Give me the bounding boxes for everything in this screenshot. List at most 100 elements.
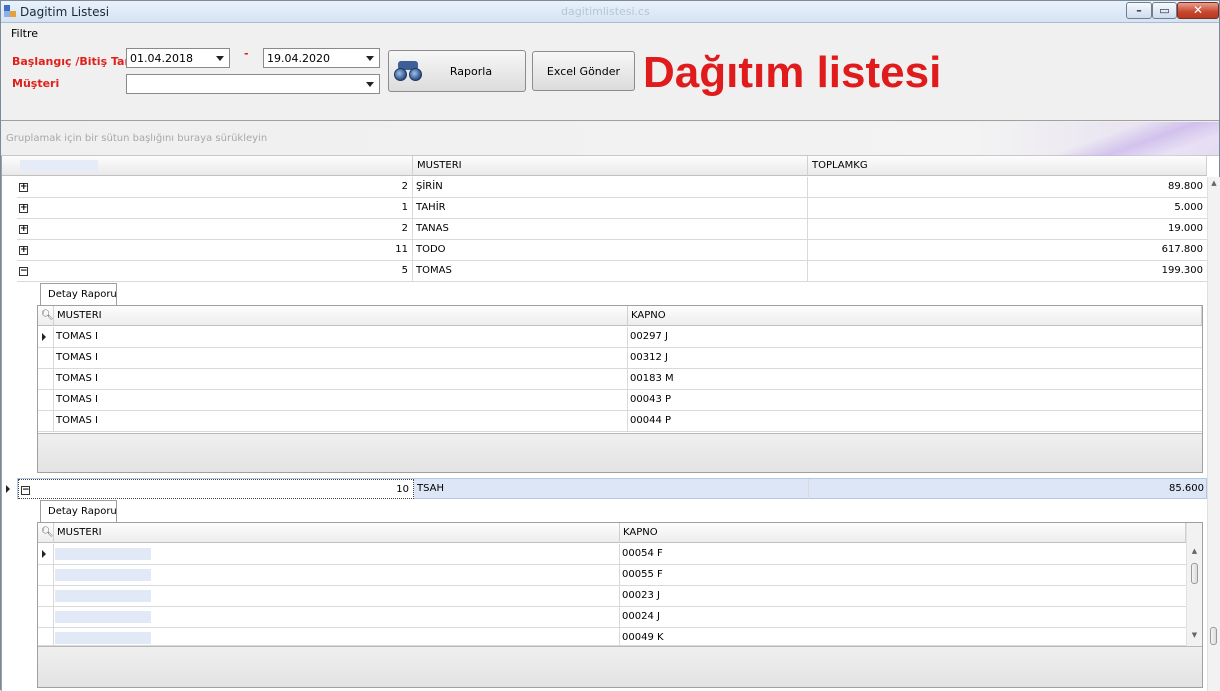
list-item[interactable]: 00023 J xyxy=(38,586,1186,607)
list-item[interactable]: TOMAS I 00297 J xyxy=(38,327,1202,348)
column-header-toplamkg[interactable]: TOPLAMKG xyxy=(808,156,1207,176)
list-item[interactable]: 00054 F xyxy=(38,544,1186,565)
detail-grid: 🔍︎ MUSTERI KAPNO TOMAS I 00297 J TOMAS I… xyxy=(37,305,1203,473)
page-title: Dağıtım listesi xyxy=(643,48,942,97)
window-title: Dagitim Listesi xyxy=(20,5,110,19)
list-item[interactable]: 00024 J xyxy=(38,607,1186,628)
row-count: 2 xyxy=(401,181,408,192)
close-button[interactable]: ✕ xyxy=(1177,2,1219,19)
detail-grid: 🔍︎ MUSTERI KAPNO 00054 F 00055 F 00023 J xyxy=(37,522,1203,688)
row-toplamkg: 85.600 xyxy=(1169,483,1204,494)
filter-panel: Başlangıç /Bitiş Tarihi Müşteri 01.04.20… xyxy=(1,43,1219,121)
expand-icon[interactable]: + xyxy=(19,246,28,255)
end-date-value: 19.04.2020 xyxy=(267,52,330,65)
title-bar: Dagitim Listesi dagitimlistesi.cs – ▭ ✕ xyxy=(1,1,1219,23)
window-subtitle: dagitimlistesi.cs xyxy=(561,5,650,18)
detail-footer xyxy=(38,646,1202,687)
tab-detay-raporu[interactable]: Detay Raporu xyxy=(40,283,117,305)
main-scrollbar[interactable]: ▲ xyxy=(1207,177,1220,691)
column-header-count[interactable] xyxy=(2,156,413,176)
detail-footer xyxy=(38,433,1202,472)
minimize-button[interactable]: – xyxy=(1126,2,1152,19)
chevron-down-icon xyxy=(366,56,374,61)
close-icon: ✕ xyxy=(1192,3,1204,17)
search-icon[interactable]: 🔍︎ xyxy=(41,310,54,321)
excel-button-label: Excel Gönder xyxy=(546,65,621,78)
row-count: 2 xyxy=(401,223,408,234)
row-musteri: TAHİR xyxy=(416,202,446,213)
row-toplamkg: 89.800 xyxy=(1168,181,1203,192)
table-row[interactable]: +1 TAHİR 5.000 xyxy=(17,198,1207,219)
row-indicator-icon xyxy=(42,333,46,341)
row-musteri: ŞİRİN xyxy=(416,181,443,192)
collapse-icon[interactable]: − xyxy=(21,486,30,495)
detail-panel-tomas: Detay Raporu 🔍︎ MUSTERI KAPNO TOMAS I 00… xyxy=(37,283,1203,473)
main-grid: MUSTERI TOPLAMKG +2 ŞİRİN 89.800 +1 TAHİ… xyxy=(1,156,1220,691)
start-date-value: 01.04.2018 xyxy=(130,52,193,65)
app-icon xyxy=(4,5,16,17)
row-toplamkg: 199.300 xyxy=(1161,265,1203,276)
detail-header-musteri[interactable]: MUSTERI xyxy=(54,306,628,326)
detail-panel-tsah: Detay Raporu 🔍︎ MUSTERI KAPNO 00054 F 00… xyxy=(37,500,1203,690)
table-row[interactable]: − 5 TOMAS 199.300 xyxy=(17,261,1207,282)
group-by-panel[interactable]: Gruplamak için bir sütun başlığını buray… xyxy=(1,122,1219,156)
maximize-icon: ▭ xyxy=(1159,4,1170,17)
report-button-label: Raporla xyxy=(449,65,493,78)
row-musteri: TODO xyxy=(416,244,446,255)
table-row[interactable]: +2 ŞİRİN 89.800 xyxy=(17,177,1207,198)
tab-detay-raporu[interactable]: Detay Raporu xyxy=(40,500,117,522)
list-item[interactable]: TOMAS I 00312 J xyxy=(38,348,1202,369)
detail-header-musteri[interactable]: MUSTERI xyxy=(54,523,620,543)
row-musteri: TANAS xyxy=(416,223,449,234)
row-count: 5 xyxy=(401,265,408,276)
row-indicator-icon xyxy=(42,550,46,558)
group-hint: Gruplamak için bir sütun başlığını buray… xyxy=(6,133,268,144)
list-item[interactable]: TOMAS I 00043 P xyxy=(38,390,1202,411)
column-header-musteri[interactable]: MUSTERI xyxy=(413,156,808,176)
row-toplamkg: 617.800 xyxy=(1161,244,1203,255)
menu-bar: Filtre xyxy=(1,23,1219,43)
detail-header-kapno[interactable]: KAPNO xyxy=(628,306,1202,326)
date-separator: - xyxy=(244,47,249,60)
row-count: 1 xyxy=(401,202,408,213)
app-window: Dagitim Listesi dagitimlistesi.cs – ▭ ✕ … xyxy=(0,0,1220,691)
table-row[interactable]: +2 TANAS 19.000 xyxy=(17,219,1207,240)
table-row-selected[interactable]: − 10 TSAH 85.600 xyxy=(17,478,1207,499)
scroll-up-icon[interactable]: ▲ xyxy=(1208,179,1220,187)
scroll-down-icon[interactable]: ▼ xyxy=(1187,631,1202,639)
maximize-button[interactable]: ▭ xyxy=(1152,2,1177,19)
list-item[interactable]: 00055 F xyxy=(38,565,1186,586)
list-item[interactable]: TOMAS I 00044 P xyxy=(38,411,1202,432)
detail-header-kapno[interactable]: KAPNO xyxy=(620,523,1186,543)
minimize-icon: – xyxy=(1136,4,1142,17)
row-toplamkg: 19.000 xyxy=(1168,223,1203,234)
decorative-swoosh xyxy=(1029,122,1219,156)
search-icon[interactable]: 🔍︎ xyxy=(41,527,54,538)
scroll-up-icon[interactable]: ▲ xyxy=(1187,547,1202,555)
row-count: 10 xyxy=(396,484,409,495)
row-toplamkg: 5.000 xyxy=(1174,202,1203,213)
start-date-picker[interactable]: 01.04.2018 xyxy=(126,48,230,68)
scroll-thumb[interactable] xyxy=(1210,627,1217,645)
chevron-down-icon xyxy=(216,56,224,61)
expand-icon[interactable]: + xyxy=(19,204,28,213)
expand-icon[interactable]: + xyxy=(19,183,28,192)
report-button[interactable]: Raporla xyxy=(388,50,526,92)
customer-label: Müşteri xyxy=(12,77,60,90)
end-date-picker[interactable]: 19.04.2020 xyxy=(263,48,380,68)
customer-select[interactable] xyxy=(126,74,380,94)
detail-scrollbar[interactable]: ▲ ▼ xyxy=(1186,523,1202,646)
row-count: 11 xyxy=(395,244,408,255)
menu-item-filtre[interactable]: Filtre xyxy=(11,27,38,40)
scroll-thumb[interactable] xyxy=(1191,563,1198,584)
row-indicator-icon xyxy=(6,485,10,493)
list-item[interactable]: TOMAS I 00183 M xyxy=(38,369,1202,390)
collapse-icon[interactable]: − xyxy=(19,267,28,276)
expand-icon[interactable]: + xyxy=(19,225,28,234)
row-musteri: TSAH xyxy=(417,483,445,494)
chevron-down-icon xyxy=(366,82,374,87)
excel-export-button[interactable]: Excel Gönder xyxy=(532,51,635,91)
list-item[interactable]: 00049 K xyxy=(38,628,1186,646)
table-row[interactable]: +11 TODO 617.800 xyxy=(17,240,1207,261)
row-musteri: TOMAS xyxy=(416,265,452,276)
